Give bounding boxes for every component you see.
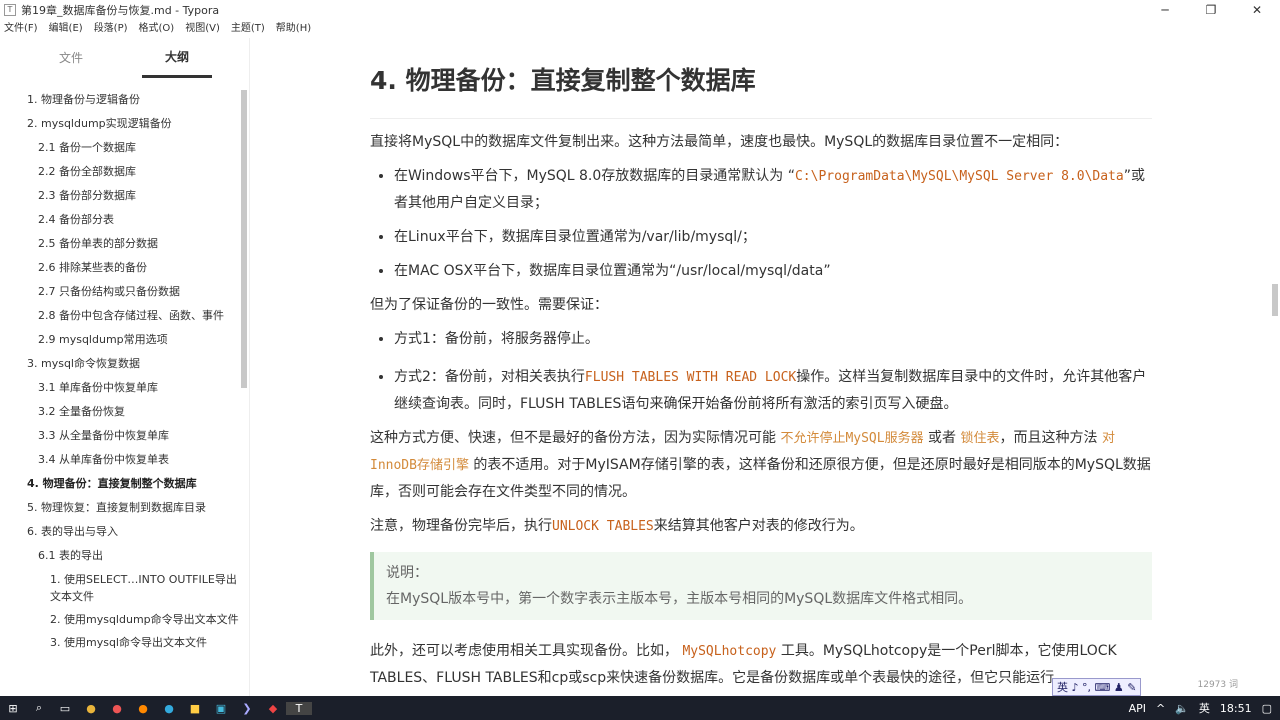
outline-item[interactable]: 1. 物理备份与逻辑备份 — [0, 88, 249, 112]
document-scrollbar[interactable] — [1272, 284, 1278, 316]
outline-item[interactable]: 3.2 全量备份恢复 — [0, 400, 249, 424]
menu-view[interactable]: 视图(V) — [185, 20, 220, 38]
tab-files[interactable]: 文件 — [0, 38, 142, 78]
firefox-icon[interactable]: ● — [130, 702, 156, 715]
outline-list: 1. 物理备份与逻辑备份 2. mysqldump实现逻辑备份 2.1 备份一个数据… — [0, 78, 249, 654]
outline-item[interactable]: 3.3 从全量备份中恢复单库 — [0, 424, 249, 448]
outline-item[interactable]: 2.9 mysqldump常用选项 — [0, 328, 249, 352]
outline-item[interactable]: 2.3 备份部分数据库 — [0, 184, 249, 208]
taskbar: ⊞ ⌕ ▭ ● ● ● ● ■ ▣ ❯ ◆ T API ^ 🔈 英 18:51 … — [0, 696, 1280, 720]
sidebar: 文件 大纲 1. 物理备份与逻辑备份 2. mysqldump实现逻辑备份 2.1 … — [0, 38, 250, 696]
note-block: 说明： 在MySQL版本号中，第一个数字表示主版本号，主版本号相同的MySQL数… — [370, 552, 1152, 620]
outline-item[interactable]: 2. 使用mysqldump命令导出文本文件 — [0, 608, 249, 631]
outline-item[interactable]: 3. mysql命令恢复数据 — [0, 352, 249, 376]
window-title: 第19章_数据库备份与恢复.md - Typora — [21, 4, 220, 17]
menu-edit[interactable]: 编辑(E) — [49, 20, 83, 38]
tab-outline[interactable]: 大纲 — [142, 38, 212, 78]
outline-item[interactable]: 3.4 从单库备份中恢复单表 — [0, 448, 249, 472]
list-item: 在MAC OSX平台下，数据库目录位置通常为“/usr/local/mysql/… — [394, 258, 1152, 284]
bullet-list: 在Windows平台下，MySQL 8.0存放数据库的目录通常默认为 “C:\P… — [394, 163, 1152, 284]
menu-format[interactable]: 格式(O) — [139, 20, 175, 38]
outline-item[interactable]: 2.4 备份部分表 — [0, 208, 249, 232]
tray-ime[interactable]: 英 — [1199, 700, 1210, 716]
clock[interactable]: 18:51 — [1220, 702, 1252, 715]
title-bar: T 第19章_数据库备份与恢复.md - Typora ─ ❐ ✕ — [0, 0, 1280, 20]
list-item: 方式1：备份前，将服务器停止。 — [394, 326, 1152, 352]
explorer-icon[interactable]: ■ — [182, 702, 208, 715]
sidebar-scrollbar[interactable] — [241, 90, 247, 388]
typora-icon: T — [4, 4, 16, 16]
outline-item[interactable]: 2.7 只备份结构或只备份数据 — [0, 280, 249, 304]
menu-help[interactable]: 帮助(H) — [276, 20, 311, 38]
app-icon[interactable]: ▣ — [208, 702, 234, 715]
paragraph: 注意，物理备份完毕后，执行UNLOCK TABLES来结算其他客户对表的修改行为… — [370, 518, 864, 534]
outline-item[interactable]: 2.5 备份单表的部分数据 — [0, 232, 249, 256]
page-title: 4. 物理备份：直接复制整个数据库 — [370, 58, 1152, 119]
app-icon[interactable]: ◆ — [260, 702, 286, 715]
list-item: 在Linux平台下，数据库目录位置通常为/var/lib/mysql/； — [394, 224, 1152, 250]
paragraph: 但为了保证备份的一致性。需要保证： — [370, 297, 608, 313]
typora-taskbar-icon[interactable]: T — [286, 701, 312, 715]
menu-theme[interactable]: 主题(T) — [231, 20, 265, 38]
volume-icon[interactable]: 🔈 — [1175, 702, 1189, 715]
outline-item[interactable]: 2.2 备份全部数据库 — [0, 160, 249, 184]
ime-toolbar[interactable]: 英 ♪ °, ⌨ ♟ ✎ — [1052, 678, 1142, 696]
list-item: 在Windows平台下，MySQL 8.0存放数据库的目录通常默认为 “C:\P… — [394, 163, 1152, 216]
paragraph: 直接将MySQL中的数据库文件复制出来。这种方法最简单，速度也最快。MySQL的… — [370, 134, 1069, 150]
menu-paragraph[interactable]: 段落(P) — [94, 20, 128, 38]
paragraph: 这种方式方便、快速，但不是最好的备份方法，因为实际情况可能 不允许停止MySQL… — [370, 430, 1151, 500]
menu-file[interactable]: 文件(F) — [4, 20, 38, 38]
bullet-list: 方式1：备份前，将服务器停止。 方式2：备份前，对相关表执行FLUSH TABL… — [394, 326, 1152, 417]
list-item: 方式2：备份前，对相关表执行FLUSH TABLES WITH READ LOC… — [394, 364, 1152, 417]
outline-item[interactable]: 4. 物理备份：直接复制整个数据库 — [0, 472, 249, 496]
menu-bar: 文件(F) 编辑(E) 段落(P) 格式(O) 视图(V) 主题(T) 帮助(H… — [0, 20, 1280, 38]
outline-item[interactable]: 3. 使用mysql命令导出文本文件 — [0, 631, 249, 654]
task-view-icon[interactable]: ▭ — [52, 702, 78, 715]
outline-item[interactable]: 1. 使用SELECT…INTO OUTFILE导出文本文件 — [0, 568, 249, 608]
outline-item[interactable]: 2.8 备份中包含存储过程、函数、事件 — [0, 304, 249, 328]
tray-api[interactable]: API — [1129, 702, 1146, 715]
outline-item[interactable]: 3.1 单库备份中恢复单库 — [0, 376, 249, 400]
document: 4. 物理备份：直接复制整个数据库 直接将MySQL中的数据库文件复制出来。这种… — [370, 58, 1152, 699]
system-tray: API ^ 🔈 英 18:51 ▢ — [1129, 700, 1272, 716]
outline-item[interactable]: 6.1 表的导出 — [0, 544, 249, 568]
app-icon[interactable]: ❯ — [234, 702, 260, 715]
edge-icon[interactable]: ● — [156, 702, 182, 715]
outline-item[interactable]: 2. mysqldump实现逻辑备份 — [0, 112, 249, 136]
search-icon[interactable]: ⌕ — [26, 701, 52, 715]
paragraph: 此外，还可以考虑使用相关工具实现备份。比如， MySQLhotcopy 工具。M… — [370, 643, 1117, 686]
outline-item[interactable]: 6. 表的导出与导入 — [0, 520, 249, 544]
outline-item[interactable]: 5. 物理恢复：直接复制到数据库目录 — [0, 496, 249, 520]
outline-item[interactable]: 2.6 排除某些表的备份 — [0, 256, 249, 280]
tray-expand-icon[interactable]: ^ — [1156, 702, 1165, 715]
outline-item[interactable]: 2.1 备份一个数据库 — [0, 136, 249, 160]
chrome-icon[interactable]: ● — [78, 702, 104, 715]
minimize-button[interactable]: ─ — [1142, 0, 1188, 20]
browser-icon[interactable]: ● — [104, 702, 130, 715]
maximize-button[interactable]: ❐ — [1188, 0, 1234, 20]
start-icon[interactable]: ⊞ — [0, 702, 26, 715]
notification-icon[interactable]: ▢ — [1262, 702, 1272, 715]
word-count[interactable]: 12973 词 — [1198, 677, 1239, 690]
close-button[interactable]: ✕ — [1234, 0, 1280, 20]
